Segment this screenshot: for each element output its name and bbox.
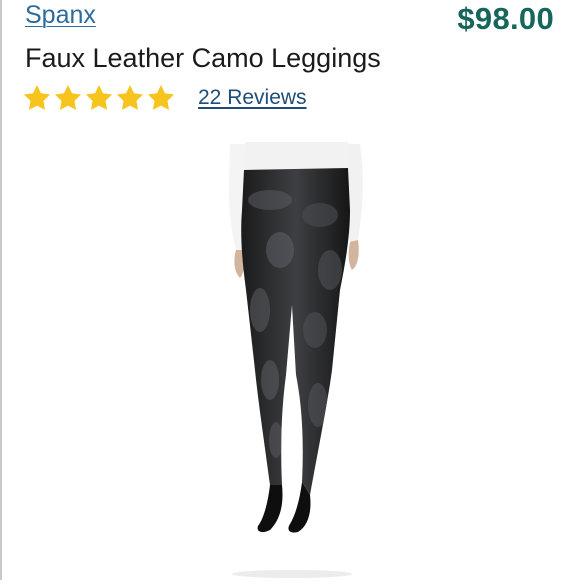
product-image[interactable] [200, 140, 380, 580]
product-title: Faux Leather Camo Leggings [25, 43, 381, 73]
brand-link[interactable]: Spanx [25, 1, 96, 30]
price: $98.00 [457, 1, 554, 36]
leggings-photo [228, 142, 363, 578]
star-rating [22, 83, 176, 113]
star-icon [84, 83, 114, 113]
reviews-link[interactable]: 22 Reviews [198, 86, 307, 110]
rating-row: 22 Reviews [22, 80, 307, 116]
left-divider [0, 0, 2, 580]
star-icon [115, 83, 145, 113]
star-icon [146, 83, 176, 113]
star-icon [22, 83, 52, 113]
star-icon [53, 83, 83, 113]
